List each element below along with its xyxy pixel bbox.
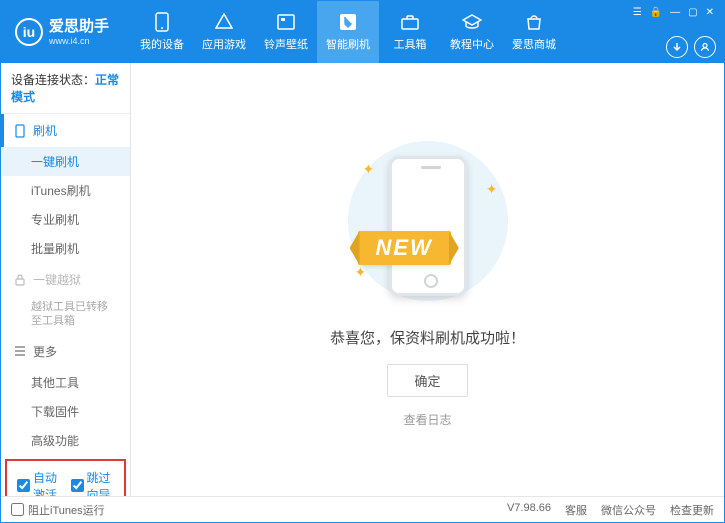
footer: 阻止iTunes运行 V7.98.66 客服 微信公众号 检查更新 [1, 496, 724, 522]
nav-label: 应用游戏 [202, 36, 246, 52]
block-itunes-checkbox[interactable]: 阻止iTunes运行 [11, 502, 105, 518]
nav-flash[interactable]: 智能刷机 [317, 1, 379, 63]
sidebar-group-label: 一键越狱 [33, 271, 81, 288]
brand-text: 爱思助手 www.i4.cn [49, 18, 109, 47]
window-controls: ☰ 🔒 — ▢ ✕ [631, 5, 716, 20]
sidebar-flash-header[interactable]: 刷机 [1, 114, 130, 147]
menu-icon[interactable]: ☰ [631, 5, 644, 20]
service-link[interactable]: 客服 [565, 502, 587, 518]
close-icon[interactable]: ✕ [704, 5, 716, 20]
wallpaper-icon [276, 12, 296, 32]
nav-ringtones[interactable]: 铃声壁纸 [255, 1, 317, 63]
download-icon[interactable] [666, 36, 688, 58]
brand-url: www.i4.cn [49, 36, 109, 47]
toolbox-icon [400, 12, 420, 32]
sidebar-item-download-fw[interactable]: 下载固件 [1, 397, 130, 426]
lock-icon[interactable]: 🔒 [648, 5, 664, 20]
skip-guide-checkbox[interactable]: 跳过向导 [71, 469, 115, 496]
menu-icon [13, 344, 27, 358]
nav-apps[interactable]: 应用游戏 [193, 1, 255, 63]
sidebar-more-header[interactable]: 更多 [1, 335, 130, 368]
jailbreak-note: 越狱工具已转移至工具箱 [1, 296, 130, 335]
logo-icon: iu [15, 18, 43, 46]
success-message: 恭喜您，保资料刷机成功啦！ [330, 327, 525, 348]
phone-icon [152, 12, 172, 32]
sidebar-more-group: 更多 其他工具 下载固件 高级功能 [1, 335, 130, 455]
phone-icon [13, 124, 27, 138]
graduation-icon [462, 12, 482, 32]
sidebar-item-advanced[interactable]: 高级功能 [1, 426, 130, 455]
sidebar: 设备连接状态：正常模式 刷机 一键刷机 iTunes刷机 专业刷机 批量刷机 一… [1, 63, 131, 496]
store-icon [524, 12, 544, 32]
status-label: 设备连接状态： [11, 73, 95, 87]
header: iu 爱思助手 www.i4.cn 我的设备 应用游戏 铃声壁纸 智能刷机 [1, 1, 724, 63]
user-icon[interactable] [694, 36, 716, 58]
sidebar-item-itunes[interactable]: iTunes刷机 [1, 176, 130, 205]
body: 设备连接状态：正常模式 刷机 一键刷机 iTunes刷机 专业刷机 批量刷机 一… [1, 63, 724, 496]
new-banner: NEW [358, 231, 451, 265]
nav-tutorials[interactable]: 教程中心 [441, 1, 503, 63]
nav-my-device[interactable]: 我的设备 [131, 1, 193, 63]
header-right: ☰ 🔒 — ▢ ✕ [631, 1, 724, 63]
maximize-icon[interactable]: ▢ [686, 5, 699, 20]
illustration: ✦✦✦ NEW [353, 131, 503, 311]
sidebar-jailbreak-group: 一键越狱 越狱工具已转移至工具箱 [1, 263, 130, 335]
nav-toolbox[interactable]: 工具箱 [379, 1, 441, 63]
top-nav: 我的设备 应用游戏 铃声壁纸 智能刷机 工具箱 教程中心 [131, 1, 631, 63]
brand-title: 爱思助手 [49, 18, 109, 36]
sidebar-flash-group: 刷机 一键刷机 iTunes刷机 专业刷机 批量刷机 [1, 114, 130, 263]
sidebar-jailbreak-header[interactable]: 一键越狱 [1, 263, 130, 296]
nav-label: 爱思商城 [512, 36, 556, 52]
sidebar-group-label: 刷机 [33, 122, 57, 139]
wechat-link[interactable]: 微信公众号 [601, 502, 656, 518]
nav-store[interactable]: 爱思商城 [503, 1, 565, 63]
nav-label: 我的设备 [140, 36, 184, 52]
version-label: V7.98.66 [507, 502, 551, 518]
apps-icon [214, 12, 234, 32]
nav-label: 铃声壁纸 [264, 36, 308, 52]
sidebar-item-othertools[interactable]: 其他工具 [1, 368, 130, 397]
sidebar-group-label: 更多 [33, 343, 57, 360]
lock-icon [13, 273, 27, 287]
auto-activate-checkbox[interactable]: 自动激活 [17, 469, 61, 496]
user-icons [666, 36, 716, 58]
minimize-icon[interactable]: — [668, 5, 682, 20]
main-content: ✦✦✦ NEW 恭喜您，保资料刷机成功啦！ 确定 查看日志 [131, 63, 724, 496]
footer-right: V7.98.66 客服 微信公众号 检查更新 [507, 502, 714, 518]
view-log-link[interactable]: 查看日志 [403, 411, 451, 428]
update-link[interactable]: 检查更新 [670, 502, 714, 518]
sidebar-item-batch[interactable]: 批量刷机 [1, 234, 130, 263]
brand: iu 爱思助手 www.i4.cn [1, 1, 131, 63]
sidebar-item-oneclick[interactable]: 一键刷机 [1, 147, 130, 176]
ok-button[interactable]: 确定 [387, 364, 467, 397]
nav-label: 工具箱 [394, 36, 427, 52]
app-window: iu 爱思助手 www.i4.cn 我的设备 应用游戏 铃声壁纸 智能刷机 [0, 0, 725, 523]
sidebar-item-pro[interactable]: 专业刷机 [1, 205, 130, 234]
flash-icon [338, 12, 358, 32]
nav-label: 智能刷机 [326, 36, 370, 52]
device-status: 设备连接状态：正常模式 [1, 63, 130, 114]
nav-label: 教程中心 [450, 36, 494, 52]
options-row: 自动激活 跳过向导 [5, 459, 126, 496]
